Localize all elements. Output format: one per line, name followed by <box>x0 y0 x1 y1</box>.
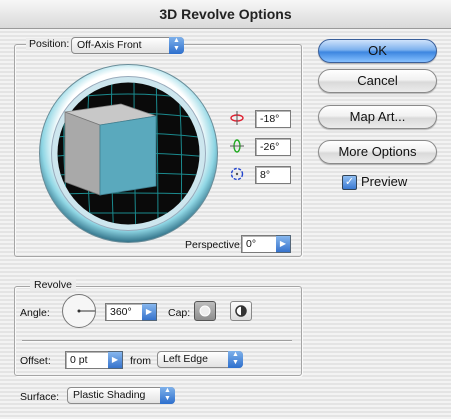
position-label: Position: <box>26 38 73 50</box>
cap-on-button[interactable] <box>194 301 216 321</box>
x-axis-rotate-icon <box>229 110 245 126</box>
triangle-right-icon: ▶ <box>279 239 287 248</box>
cap-label: Cap: <box>168 307 191 319</box>
revolve-group-label: Revolve <box>30 279 76 291</box>
triangle-right-icon: ▶ <box>145 307 153 316</box>
more-options-button[interactable]: More Options <box>318 140 437 164</box>
angle-dial[interactable] <box>61 293 97 329</box>
solid-cap-icon <box>199 305 211 317</box>
perspective-field[interactable]: 0° <box>241 235 277 253</box>
trackball-graphic <box>39 64 218 243</box>
rotation-trackball[interactable] <box>38 63 219 244</box>
y-axis-rotate-icon <box>229 138 245 154</box>
position-select[interactable]: Off-Axis Front ▲ ▼ <box>71 37 184 54</box>
angle-slider-button[interactable]: ▶ <box>142 303 157 321</box>
cancel-button[interactable]: Cancel <box>318 69 437 93</box>
perspective-label: Perspective: <box>185 239 243 251</box>
angle-label: Angle: <box>20 307 50 319</box>
offset-slider-button[interactable]: ▶ <box>108 351 123 369</box>
z-rotation-field[interactable]: 8° <box>255 166 291 184</box>
surface-select[interactable]: Plastic Shading ▲ ▼ <box>67 387 175 404</box>
surface-label: Surface: <box>20 391 60 403</box>
from-select-value: Left Edge <box>163 353 208 365</box>
window-title: 3D Revolve Options <box>0 0 451 29</box>
triangle-right-icon: ▶ <box>111 355 119 364</box>
x-rotation-field[interactable]: -18° <box>255 110 291 128</box>
angle-field[interactable]: 360° <box>105 303 143 321</box>
y-rotation-field[interactable]: -26° <box>255 138 291 156</box>
cap-off-button[interactable] <box>230 301 252 321</box>
perspective-slider-button[interactable]: ▶ <box>276 235 291 253</box>
revolve-divider <box>22 340 292 342</box>
offset-field[interactable]: 0 pt <box>65 351 109 369</box>
from-select[interactable]: Left Edge ▲ ▼ <box>157 351 243 368</box>
checkmark-icon: ✓ <box>344 176 355 188</box>
popup-arrows-icon: ▲ ▼ <box>160 387 175 404</box>
hollow-cap-icon <box>235 305 247 317</box>
position-select-value: Off-Axis Front <box>77 39 142 51</box>
popup-arrows-icon: ▲ ▼ <box>169 37 184 54</box>
map-art-button[interactable]: Map Art... <box>318 105 437 129</box>
cube-icon <box>64 103 157 196</box>
z-axis-rotate-icon <box>229 166 245 182</box>
preview-label: Preview <box>361 174 408 189</box>
offset-label: Offset: <box>20 355 51 367</box>
preview-checkbox[interactable]: ✓ <box>342 175 357 190</box>
surface-select-value: Plastic Shading <box>73 389 146 401</box>
popup-arrows-icon: ▲ ▼ <box>228 351 243 368</box>
from-label: from <box>130 355 151 367</box>
ok-button[interactable]: OK <box>318 39 437 63</box>
